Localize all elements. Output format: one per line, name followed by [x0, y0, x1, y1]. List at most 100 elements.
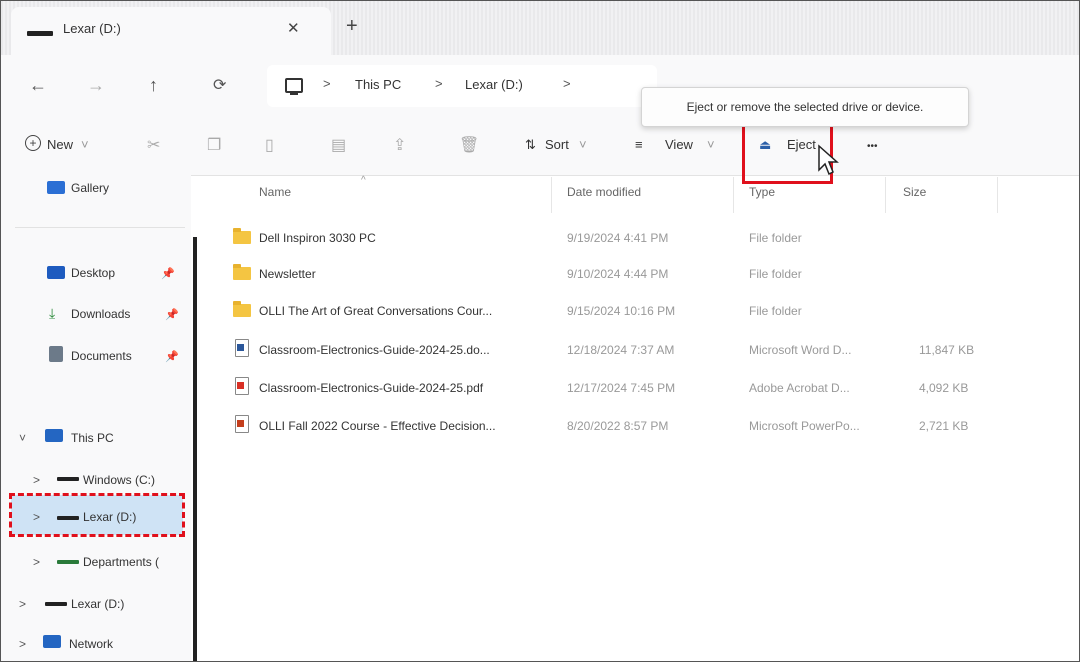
sidebar-item-documents[interactable]: Documents — [71, 349, 132, 363]
file-name: Classroom-Electronics-Guide-2024-25.pdf — [259, 381, 484, 395]
column-divider[interactable] — [997, 177, 998, 213]
windows-drive-icon — [57, 477, 79, 481]
copy-icon[interactable]: ❐ — [207, 135, 221, 155]
file-row[interactable]: OLLI The Art of Great Conversations Cour… — [233, 298, 1053, 328]
column-divider[interactable] — [885, 177, 886, 213]
monitor-icon — [285, 78, 303, 95]
paste-icon[interactable]: ▯ — [265, 135, 274, 155]
new-dropdown-icon[interactable]: ˅ — [81, 137, 89, 152]
chevron-right-icon[interactable]: > — [19, 597, 26, 611]
column-header-size[interactable]: Size — [903, 185, 926, 199]
file-row[interactable]: Classroom-Electronics-Guide-2024-25.pdf … — [233, 375, 1053, 405]
file-size: 2,721 KB — [919, 419, 969, 433]
sidebar-item-lexar-d-2[interactable]: Lexar (D:) — [71, 597, 124, 611]
new-button[interactable]: New — [47, 137, 73, 152]
cut-icon[interactable]: ✂ — [147, 135, 160, 155]
download-icon: ⤓ — [49, 305, 56, 321]
column-divider[interactable] — [551, 177, 552, 213]
powerpoint-document-icon — [235, 415, 249, 433]
forward-icon[interactable]: → — [87, 75, 105, 96]
column-divider[interactable] — [733, 177, 734, 213]
file-date: 9/10/2024 4:44 PM — [567, 267, 669, 281]
close-tab-icon[interactable]: ✕ — [287, 19, 300, 37]
sidebar-item-desktop[interactable]: Desktop — [71, 266, 115, 280]
breadcrumb-lexar[interactable]: Lexar (D:) — [465, 77, 523, 92]
file-name: OLLI The Art of Great Conversations Cour… — [259, 304, 493, 318]
file-row[interactable]: Newsletter 9/10/2024 4:44 PM File folder — [233, 261, 1053, 291]
file-row[interactable]: Classroom-Electronics-Guide-2024-25.do..… — [233, 337, 1053, 367]
file-type: Microsoft PowerPo... — [749, 419, 860, 433]
sidebar-item-departments[interactable]: Departments ( — [83, 555, 159, 569]
network-drive-icon — [57, 560, 79, 564]
file-type: Microsoft Word D... — [749, 343, 852, 357]
desktop-icon — [47, 266, 65, 279]
address-bar[interactable]: > This PC > Lexar (D:) > — [267, 65, 657, 107]
file-date: 9/15/2024 10:16 PM — [567, 304, 676, 318]
sort-button[interactable]: Sort — [545, 137, 569, 152]
pin-icon: 📌 — [161, 268, 175, 280]
breadcrumb-separator[interactable]: > — [563, 76, 571, 91]
chevron-right-icon[interactable]: > — [19, 637, 26, 651]
sidebar-divider — [15, 227, 185, 228]
sidebar-item-downloads[interactable]: Downloads — [71, 307, 130, 321]
file-name: Classroom-Electronics-Guide-2024-25.do..… — [259, 343, 490, 357]
drive-icon — [27, 31, 53, 36]
view-dropdown-icon[interactable]: ˅ — [707, 137, 715, 152]
pdf-document-icon — [235, 377, 249, 395]
file-row[interactable]: OLLI Fall 2022 Course - Effective Decisi… — [233, 413, 1053, 443]
back-icon[interactable]: ← — [29, 75, 47, 96]
gallery-icon — [47, 181, 65, 194]
documents-icon — [49, 346, 63, 362]
tab-lexar[interactable]: Lexar (D:) ✕ — [11, 7, 331, 55]
delete-icon[interactable]: 🗑 — [459, 135, 479, 155]
sidebar-item-this-pc[interactable]: This PC — [71, 431, 114, 445]
folder-icon — [233, 264, 251, 280]
breadcrumb-separator: > — [323, 76, 331, 91]
chevron-right-icon[interactable]: > — [33, 555, 40, 569]
share-icon[interactable]: ⇪ — [393, 135, 406, 155]
sidebar-item-windows-c[interactable]: Windows (C:) — [83, 473, 155, 487]
breadcrumb-this-pc[interactable]: This PC — [355, 77, 401, 92]
file-date: 9/19/2024 4:41 PM — [567, 231, 669, 245]
sort-dropdown-icon[interactable]: ˅ — [579, 137, 587, 152]
this-pc-icon — [45, 429, 63, 442]
file-name: Dell Inspiron 3030 PC — [259, 231, 376, 245]
file-name: Newsletter — [259, 267, 316, 281]
file-size: 4,092 KB — [919, 381, 969, 395]
rename-icon[interactable]: ▤ — [331, 135, 346, 155]
sidebar-item-network[interactable]: Network — [69, 637, 113, 651]
file-name: OLLI Fall 2022 Course - Effective Decisi… — [259, 419, 496, 433]
folder-icon — [233, 228, 251, 244]
lexar-drive-icon — [45, 602, 67, 606]
new-tab-button[interactable]: + — [346, 15, 358, 38]
up-icon[interactable]: ↑ — [149, 75, 158, 96]
pane-border — [193, 237, 197, 661]
word-document-icon — [235, 339, 249, 357]
sort-indicator-icon: ^ — [361, 175, 366, 186]
chevron-down-icon[interactable]: ˅ — [19, 431, 26, 445]
eject-tooltip: Eject or remove the selected drive or de… — [641, 87, 969, 127]
lexar-highlight-box — [9, 493, 185, 537]
refresh-icon[interactable]: ⟳ — [213, 75, 226, 95]
mouse-cursor-icon — [818, 144, 839, 176]
sidebar-item-gallery[interactable]: Gallery — [71, 181, 109, 195]
breadcrumb-separator: > — [435, 76, 443, 91]
file-explorer-window: Lexar (D:) ✕ + ← → ↑ ⟳ > This PC > Lexar… — [0, 0, 1080, 662]
file-date: 8/20/2022 8:57 PM — [567, 419, 669, 433]
file-date: 12/17/2024 7:45 PM — [567, 381, 676, 395]
file-date: 12/18/2024 7:37 AM — [567, 343, 675, 357]
file-type: Adobe Acrobat D... — [749, 381, 850, 395]
column-header-date[interactable]: Date modified — [567, 185, 641, 199]
column-header-name[interactable]: Name — [259, 185, 291, 199]
tab-title: Lexar (D:) — [63, 21, 121, 36]
chevron-right-icon[interactable]: > — [33, 473, 40, 487]
new-plus-icon[interactable]: + — [25, 135, 41, 151]
file-type: File folder — [749, 231, 802, 245]
more-options-button[interactable]: ••• — [867, 141, 878, 152]
folder-icon — [233, 301, 251, 317]
file-row[interactable]: Dell Inspiron 3030 PC 9/19/2024 4:41 PM … — [233, 225, 1053, 255]
view-icon[interactable]: ≡ — [635, 137, 643, 152]
view-button[interactable]: View — [665, 137, 693, 152]
column-header-type[interactable]: Type — [749, 185, 775, 199]
sort-icon[interactable]: ⇅ — [525, 137, 536, 153]
